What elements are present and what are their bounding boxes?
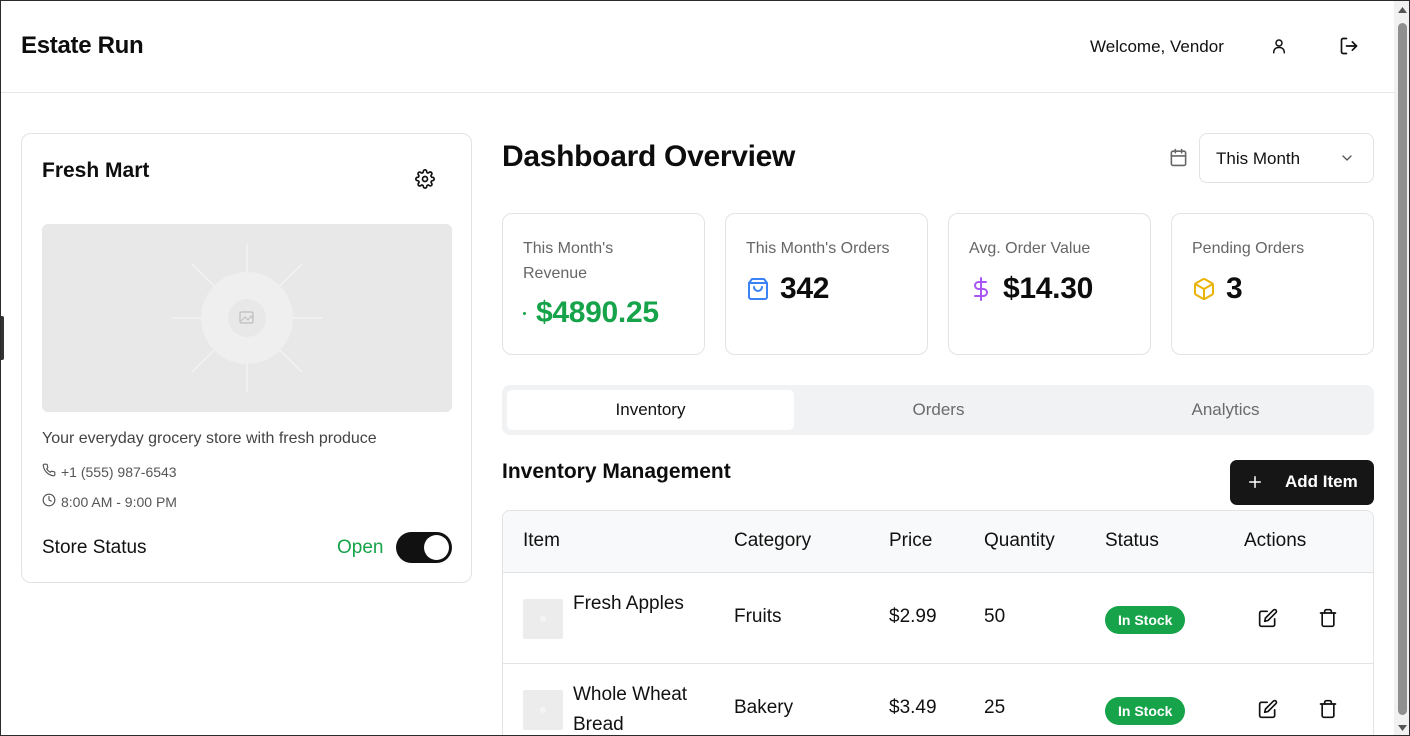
phone-icon [42,463,56,480]
stat-label: Avg. Order Value [969,240,1091,257]
shopping-bag-icon [746,277,770,301]
store-hours: 8:00 AM - 9:00 PM [42,493,177,510]
stat-card-revenue: This Month's Revenue $4890.25 [502,213,705,355]
gear-icon[interactable] [415,169,435,189]
clock-icon [42,493,56,510]
store-phone: +1 (555) 987-6543 [42,463,177,480]
store-status-label: Store Status [42,537,147,558]
tab-analytics[interactable]: Analytics [1082,390,1369,430]
stat-value: $4890.25 [536,296,659,329]
item-thumbnail [523,690,563,730]
item-price: $3.49 [889,697,937,718]
column-header: Actions [1244,530,1307,551]
period-select[interactable]: This Month [1199,133,1374,183]
column-header[interactable]: Category [734,530,811,552]
edit-icon[interactable] [1257,698,1279,720]
item-name: Fresh Apples [573,593,684,614]
welcome-text: Welcome, Vendor [1090,37,1224,56]
item-quantity: 25 [984,697,1006,718]
scrollbar-thumb[interactable] [1398,23,1407,715]
column-header[interactable]: Quantity [984,530,1055,552]
column-header[interactable]: Price [889,530,932,552]
period-select-value: This Month [1216,149,1301,168]
page-title: Dashboard Overview [502,140,796,173]
dot-icon [523,311,526,315]
stat-value: 3 [1226,272,1243,305]
section-title: Inventory Management [502,460,731,483]
edge-handle[interactable] [1,316,4,360]
stat-card-orders: This Month's Orders 342 [725,213,928,355]
phone-number: +1 (555) 987-6543 [61,463,177,480]
stat-row: $14.30 [969,272,1093,306]
stat-card-avg-order: Avg. Order Value $14.30 [948,213,1151,355]
table-row: Fresh Apples Fruits $2.99 50 In Stock [503,573,1373,664]
user-icon[interactable] [1268,35,1290,57]
package-icon [1192,277,1216,301]
table-row: Whole Wheat Bread Bakery $3.49 25 In Sto… [503,664,1373,735]
stat-label: This Month's Revenue [523,240,614,282]
store-card: Fresh Mart Your everyday grocery store w… [21,133,472,583]
dashboard-tabs: Inventory Orders Analytics [502,385,1374,435]
item-price: $2.99 [889,606,937,627]
hours-text: 8:00 AM - 9:00 PM [61,493,177,510]
tab-orders[interactable]: Orders [795,390,1082,430]
stat-card-pending: Pending Orders 3 [1171,213,1374,355]
calendar-icon [1168,147,1188,167]
item-thumbnail [523,599,563,639]
stat-row: 342 [746,272,829,306]
status-badge: In Stock [1105,606,1186,634]
store-image-placeholder [42,224,452,412]
add-item-button[interactable]: Add Item [1230,460,1374,505]
stat-label: Pending Orders [1192,240,1305,257]
column-header[interactable]: Status [1105,530,1159,552]
store-description: Your everyday grocery store with fresh p… [42,430,377,447]
column-header[interactable]: Item [523,530,560,552]
scroll-down-arrow-icon[interactable] [1394,721,1409,735]
top-header: Estate Run Welcome, Vendor [1,1,1394,93]
stat-row: 3 [1192,272,1243,306]
trash-icon[interactable] [1317,607,1339,629]
toggle-knob [424,535,449,560]
scroll-up-arrow-icon[interactable] [1394,3,1409,17]
store-name: Fresh Mart [42,159,150,182]
stat-value: 342 [780,272,830,305]
item-quantity: 50 [984,606,1006,627]
tab-inventory[interactable]: Inventory [507,390,794,430]
brand-logo[interactable]: Estate Run [21,32,144,60]
store-status-value: Open [337,537,384,558]
add-item-label: Add Item [1285,472,1358,491]
dollar-icon [969,277,993,301]
app-window: Estate Run Welcome, Vendor Fresh Mart Yo… [0,0,1410,736]
item-name: Whole Wheat Bread [573,684,688,735]
trash-icon[interactable] [1317,698,1339,720]
table-header: Item Category Price Quantity Status Acti… [503,511,1373,573]
stat-row: $4890.25 [523,296,659,330]
plus-icon [1245,472,1265,492]
item-category: Bakery [734,697,794,718]
stat-label: This Month's Orders [746,240,890,257]
stat-value: $14.30 [1003,272,1093,305]
page-scrollbar[interactable] [1394,1,1409,735]
edit-icon[interactable] [1257,607,1279,629]
store-status-toggle[interactable] [396,532,452,563]
status-badge: In Stock [1105,697,1186,725]
item-category: Fruits [734,606,782,627]
inventory-table: Item Category Price Quantity Status Acti… [502,510,1374,735]
logout-icon[interactable] [1338,35,1360,57]
chevron-down-icon [1339,150,1355,166]
